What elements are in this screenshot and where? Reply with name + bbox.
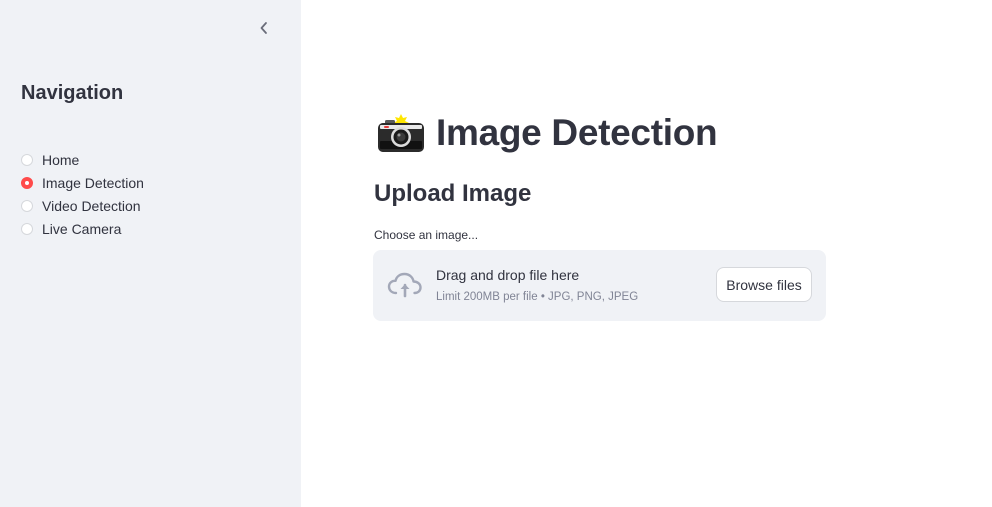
browse-files-button[interactable]: Browse files	[716, 267, 812, 302]
section-title: Upload Image	[374, 180, 532, 207]
sidebar-item-home[interactable]: Home	[21, 148, 144, 171]
page-title-text: Image Detection	[436, 112, 718, 153]
main-content: Image Detection Upload Image Choose an i…	[301, 0, 992, 507]
sidebar-item-label: Live Camera	[42, 220, 122, 237]
cloud-upload-icon	[387, 272, 422, 298]
chevron-left-icon	[260, 22, 267, 34]
app: Navigation Home Image Detection Video De…	[0, 0, 992, 507]
radio-button[interactable]	[21, 199, 33, 212]
sidebar-item-image-detection[interactable]: Image Detection	[21, 171, 144, 194]
navigation-radio-group: Home Image Detection Video Detection Liv…	[21, 148, 144, 240]
file-dropzone[interactable]: Drag and drop file here Limit 200MB per …	[373, 250, 826, 321]
dropzone-limit-text: Limit 200MB per file • JPG, PNG, JPEG	[436, 291, 639, 303]
sidebar-item-live-camera[interactable]: Live Camera	[21, 217, 144, 240]
collapse-sidebar-button[interactable]	[254, 18, 274, 38]
radio-button-selected[interactable]	[21, 176, 33, 189]
page-title: Image Detection	[377, 112, 718, 154]
radio-button[interactable]	[21, 222, 33, 235]
sidebar-item-video-detection[interactable]: Video Detection	[21, 194, 144, 217]
sidebar-item-label: Image Detection	[42, 174, 144, 191]
dropzone-instructions: Drag and drop file here Limit 200MB per …	[436, 267, 638, 303]
radio-button[interactable]	[21, 153, 33, 166]
sidebar: Navigation Home Image Detection Video De…	[0, 0, 301, 507]
camera-flash-icon	[378, 114, 424, 152]
sidebar-title: Navigation	[21, 82, 124, 104]
sidebar-item-label: Video Detection	[42, 197, 141, 214]
uploader-label: Choose an image...	[374, 228, 479, 242]
sidebar-item-label: Home	[42, 151, 80, 168]
dropzone-primary-text: Drag and drop file here	[436, 267, 580, 283]
